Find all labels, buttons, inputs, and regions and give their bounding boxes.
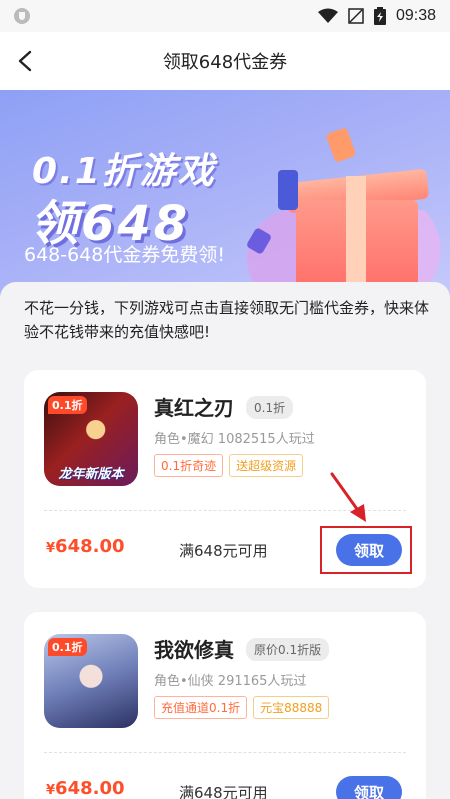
game-name[interactable]: 真红之刃 xyxy=(154,392,234,421)
discount-badge: 0.1折 xyxy=(246,396,294,419)
price-value: 648.00 xyxy=(55,778,125,799)
claim-button[interactable]: 领取 xyxy=(336,776,402,799)
icon-caption: 龙年新版本 xyxy=(58,467,124,482)
annotation-arrow-icon xyxy=(330,472,366,522)
tag-list: 充值通道0.1折 元宝88888 xyxy=(154,696,330,719)
icon-discount-tag: 0.1折 xyxy=(48,638,87,656)
currency-symbol: ¥ xyxy=(46,783,56,798)
divider xyxy=(44,752,406,753)
content-area: 不花一分钱，下列游戏可点击直接领取无门槛代金券，快来体验不花钱带来的充值快感吧!… xyxy=(0,282,450,799)
discount-badge: 原价0.1折版 xyxy=(246,638,330,661)
battery-icon xyxy=(373,7,386,25)
game-icon[interactable]: 0.1折 龙年新版本 xyxy=(44,392,138,486)
feature-tag: 充值通道0.1折 xyxy=(154,696,248,719)
gift-ribbon xyxy=(346,176,366,290)
character-illustration xyxy=(278,170,298,210)
feature-tag: 0.1折奇迹 xyxy=(154,454,224,477)
no-signal-icon xyxy=(348,8,364,24)
status-bar: 09:38 xyxy=(0,0,450,32)
wifi-icon xyxy=(317,8,338,23)
chevron-left-icon xyxy=(18,50,32,72)
price-value: 648.00 xyxy=(55,536,125,557)
game-icon[interactable]: 0.1折 xyxy=(44,634,138,728)
promo-banner: 0.1折游戏 领648 648-648代金券免费领! xyxy=(0,90,450,300)
claim-button[interactable]: 领取 xyxy=(336,534,402,566)
back-button[interactable] xyxy=(10,46,40,76)
coupon-condition: 满648元可用 xyxy=(179,784,268,799)
shield-icon xyxy=(14,8,30,24)
tag-list: 0.1折奇迹 送超级资源 xyxy=(154,454,304,477)
feature-tag: 元宝88888 xyxy=(253,696,330,719)
coupon-price: ¥648.00 xyxy=(46,778,125,799)
currency-symbol: ¥ xyxy=(46,541,56,556)
coupon-card: 0.1折 我欲修真 原价0.1折版 角色•仙侠 291165人玩过 充值通道0.… xyxy=(24,612,426,799)
coupon-condition: 满648元可用 xyxy=(179,542,268,560)
game-meta: 角色•魔幻 1082515人玩过 xyxy=(154,432,315,447)
icon-discount-tag: 0.1折 xyxy=(48,396,87,414)
banner-subtitle: 648-648代金券免费领! xyxy=(24,244,226,266)
page-title: 领取648代金券 xyxy=(162,52,288,73)
game-meta: 角色•仙侠 291165人玩过 xyxy=(154,674,307,689)
status-time: 09:38 xyxy=(395,7,436,24)
coupon-card: 0.1折 龙年新版本 真红之刃 0.1折 角色•魔幻 1082515人玩过 0.… xyxy=(24,370,426,588)
game-name[interactable]: 我欲修真 xyxy=(154,634,234,663)
intro-text: 不花一分钱，下列游戏可点击直接领取无门槛代金券，快来体验不花钱带来的充值快感吧! xyxy=(24,299,430,341)
feature-tag: 送超级资源 xyxy=(229,454,304,477)
coupon-price: ¥648.00 xyxy=(46,536,125,557)
top-nav-bar: 领取648代金券 xyxy=(0,32,450,90)
character-illustration xyxy=(325,127,357,163)
